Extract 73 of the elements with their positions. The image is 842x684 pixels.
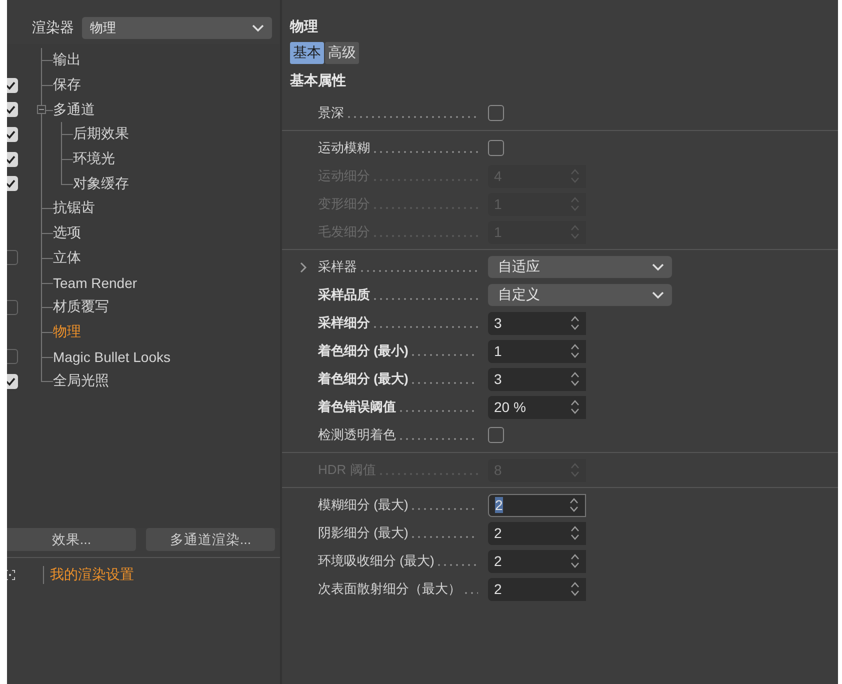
- tree-item[interactable]: Team Render: [53, 274, 138, 291]
- tree-item[interactable]: 立体: [53, 248, 81, 267]
- stepper-icon[interactable]: [570, 399, 580, 415]
- field-label: 景深: [318, 104, 344, 122]
- dot-leader: [436, 564, 478, 566]
- tree-item[interactable]: 物理: [53, 322, 81, 341]
- settings-item[interactable]: 我的渲染设置: [43, 566, 134, 584]
- checkbox[interactable]: [7, 250, 18, 266]
- dropdown[interactable]: 自定义: [488, 284, 672, 306]
- number-field[interactable]: 3: [488, 312, 586, 334]
- field-label: 采样器: [318, 258, 357, 276]
- checkbox[interactable]: [7, 300, 18, 315]
- dropdown[interactable]: 自适应: [488, 256, 672, 278]
- checkbox[interactable]: [488, 427, 504, 443]
- number-field[interactable]: 1: [488, 340, 586, 362]
- field-label: 采样品质: [318, 286, 370, 304]
- checkbox[interactable]: [7, 374, 18, 389]
- checkbox[interactable]: [488, 140, 504, 156]
- number-field[interactable]: 2: [488, 494, 586, 516]
- chevron-down-icon: [252, 24, 264, 32]
- tree-item[interactable]: 抗锯齿: [53, 199, 95, 218]
- tab[interactable]: 高级: [325, 42, 359, 64]
- field-label: 检测透明着色: [318, 426, 396, 444]
- field-label: 次表面散射细分（最大）: [318, 580, 461, 598]
- stepper-icon[interactable]: [570, 525, 580, 541]
- tree-item[interactable]: 材质覆写: [53, 298, 109, 316]
- stepper-icon[interactable]: [569, 497, 579, 513]
- tree-item[interactable]: Magic Bullet Looks: [53, 348, 171, 365]
- section-title: 基本属性: [289, 72, 347, 90]
- checkbox[interactable]: [7, 349, 18, 364]
- field-label: 模糊细分 (最大): [318, 496, 408, 514]
- field-label: 着色细分 (最大): [318, 370, 408, 388]
- tree-item[interactable]: 后期效果: [73, 125, 129, 144]
- tree-item[interactable]: 环境光: [73, 150, 115, 168]
- panel-title: 物理: [288, 18, 319, 36]
- checkbox[interactable]: [7, 102, 18, 118]
- number-field[interactable]: 20 %: [488, 396, 586, 418]
- field-label: 着色错误阈值: [318, 398, 396, 416]
- tree-item[interactable]: 全局光照: [53, 372, 109, 390]
- stepper-icon[interactable]: [570, 581, 580, 597]
- number-field[interactable]: 2: [488, 522, 586, 544]
- field-label: 运动模糊: [318, 139, 370, 157]
- field-label: 采样细分: [318, 314, 370, 332]
- focus-icon: [7, 570, 15, 580]
- field-label: 着色细分 (最小): [318, 342, 408, 360]
- checkbox[interactable]: [7, 152, 18, 167]
- stepper-icon[interactable]: [570, 315, 580, 331]
- checkbox[interactable]: [488, 105, 504, 121]
- number-field[interactable]: 2: [488, 578, 586, 600]
- field-label: 环境吸收细分 (最大): [318, 552, 434, 570]
- checkbox[interactable]: [7, 126, 18, 142]
- stepper-icon[interactable]: [570, 371, 580, 387]
- tree-item[interactable]: 选项: [53, 224, 81, 242]
- checkbox[interactable]: [7, 78, 18, 93]
- dot-leader: [463, 592, 478, 594]
- field-label: 阴影细分 (最大): [318, 524, 408, 542]
- chevron-down-icon: [652, 291, 664, 299]
- action-button[interactable]: 效果...: [7, 528, 136, 551]
- action-button[interactable]: 多通道渲染...: [146, 528, 275, 551]
- tree-item[interactable]: 保存: [53, 76, 81, 94]
- chevron-down-icon: [652, 263, 664, 271]
- number-field[interactable]: 3: [488, 368, 586, 390]
- collapse-icon[interactable]: [37, 105, 46, 114]
- tree-item[interactable]: 对象缓存: [73, 174, 129, 193]
- checkbox[interactable]: [7, 176, 18, 192]
- stepper-icon[interactable]: [570, 553, 580, 569]
- stepper-icon[interactable]: [570, 343, 580, 359]
- tab[interactable]: 基本: [290, 42, 324, 64]
- renderer-label: 渲染器: [32, 19, 74, 37]
- tree-item[interactable]: 输出: [53, 51, 81, 70]
- renderer-dropdown[interactable]: 物理: [82, 17, 272, 39]
- number-field[interactable]: 2: [488, 550, 586, 572]
- tree-item[interactable]: 多通道: [53, 100, 95, 119]
